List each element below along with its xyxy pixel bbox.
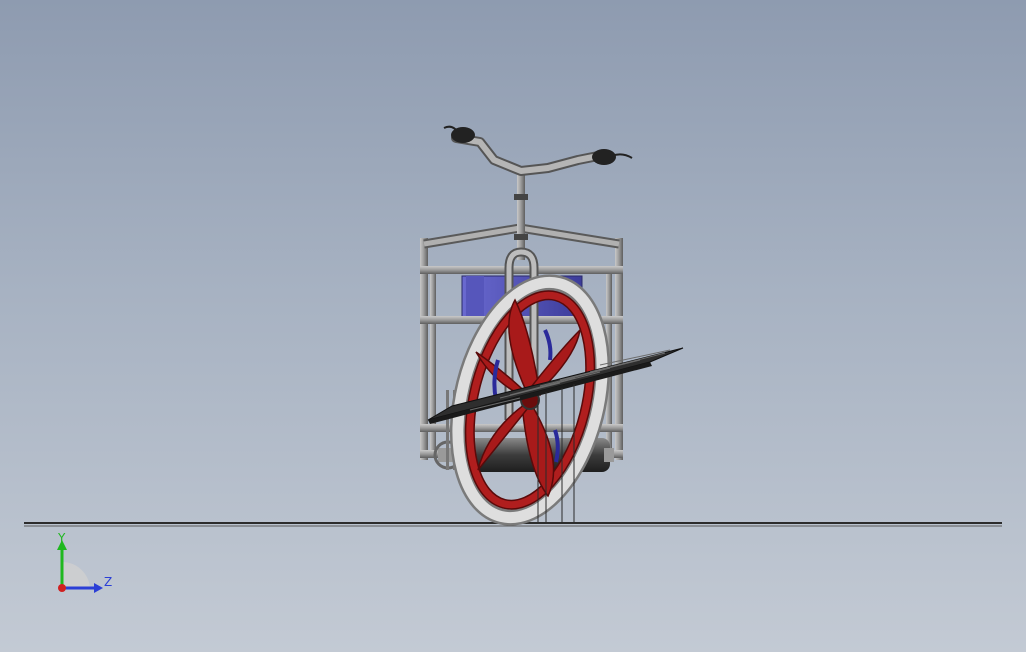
graphics-viewport[interactable]: Y Z (0, 0, 1026, 652)
z-axis-label: Z (104, 575, 112, 589)
model-scene[interactable] (0, 0, 1026, 652)
right-grip[interactable] (592, 149, 633, 165)
triad-plane (62, 561, 90, 588)
origin-icon (58, 584, 66, 592)
y-axis-label: Y (57, 531, 66, 545)
coordinate-triad: Y Z (57, 531, 112, 593)
left-grip[interactable] (443, 125, 475, 143)
